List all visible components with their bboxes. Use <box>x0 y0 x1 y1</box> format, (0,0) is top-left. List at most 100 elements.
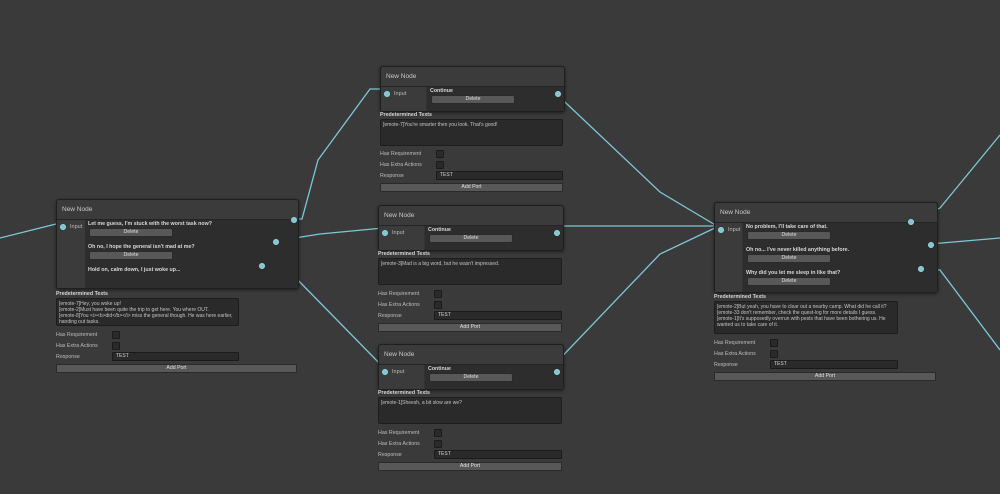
input-container: Input <box>379 365 424 389</box>
edge-n5c2-out <box>929 237 1000 245</box>
has-extra-actions-checkbox[interactable] <box>434 439 442 448</box>
response-field[interactable]: TEST <box>436 171 563 180</box>
node-title[interactable]: New Node <box>379 206 563 226</box>
has-requirement-checkbox[interactable] <box>112 330 120 339</box>
node-1-details: Predetermined Texts [emote-7]Hey, you wo… <box>56 291 297 373</box>
response-field[interactable]: TEST <box>770 360 898 369</box>
has-requirement-checkbox[interactable] <box>434 289 442 298</box>
node-title[interactable]: New Node <box>381 67 564 87</box>
output-port-icon[interactable] <box>259 263 265 269</box>
edge-n2-n5 <box>539 85 718 227</box>
output-port-icon[interactable] <box>928 242 934 248</box>
has-extra-actions-label: Has Extra Actions <box>56 342 98 349</box>
output-port-icon[interactable] <box>918 266 924 272</box>
add-port-button[interactable]: Add Port <box>378 462 562 471</box>
choice-label[interactable]: Continue <box>428 227 557 233</box>
delete-button[interactable]: Delete <box>89 228 173 237</box>
input-label: Input <box>392 230 405 236</box>
add-port-button[interactable]: Add Port <box>380 183 563 192</box>
delete-button[interactable]: Delete <box>429 234 513 243</box>
delete-button[interactable]: Delete <box>747 277 831 286</box>
has-extra-actions-checkbox[interactable] <box>434 300 442 309</box>
output-port-icon[interactable] <box>554 230 560 236</box>
choice-label[interactable]: Oh no, I hope the general isn't mad at m… <box>88 244 292 250</box>
choice-label[interactable]: Continue <box>430 88 558 94</box>
has-requirement-checkbox[interactable] <box>770 338 778 347</box>
input-port-icon[interactable] <box>382 369 388 375</box>
has-extra-actions-checkbox[interactable] <box>770 349 778 358</box>
dialogue-node-1[interactable]: New Node Input Let me guess, I'm stuck w… <box>56 199 299 289</box>
input-label: Input <box>728 227 741 233</box>
predetermined-text-field[interactable]: [emote-1]Sheesh, a bit slow are we? <box>378 397 562 424</box>
has-extra-actions-checkbox[interactable] <box>112 341 120 350</box>
delete-button[interactable]: Delete <box>747 254 831 263</box>
output-port-icon[interactable] <box>273 239 279 245</box>
choice-row: Oh no, I hope the general isn't mad at m… <box>88 244 292 262</box>
has-extra-actions-label: Has Extra Actions <box>714 350 756 357</box>
predetermined-texts-title: Predetermined Texts <box>56 291 109 297</box>
add-port-button[interactable]: Add Port <box>56 364 297 373</box>
response-label: Response <box>714 361 738 368</box>
dialogue-node-5[interactable]: New Node Input No problem, I'll take car… <box>714 202 938 293</box>
output-port-icon[interactable] <box>908 219 914 225</box>
input-port-icon[interactable] <box>60 224 66 230</box>
node-2-details: Predetermined Texts [emote-7]You're smar… <box>380 112 563 192</box>
add-port-button[interactable]: Add Port <box>378 323 562 332</box>
input-port-icon[interactable] <box>718 227 724 233</box>
input-container: Input <box>379 226 424 250</box>
output-port-icon[interactable] <box>291 217 297 223</box>
response-label: Response <box>378 451 402 458</box>
has-requirement-checkbox[interactable] <box>436 149 444 158</box>
output-container: Continue Delete <box>425 365 563 389</box>
has-extra-actions-checkbox[interactable] <box>436 160 444 169</box>
has-requirement-checkbox[interactable] <box>434 428 442 437</box>
predetermined-texts-title: Predetermined Texts <box>378 390 431 396</box>
node-title[interactable]: New Node <box>715 203 937 223</box>
choice-label[interactable]: Let me guess, I'm stuck with the worst t… <box>88 221 292 227</box>
response-field[interactable]: TEST <box>434 450 562 459</box>
has-extra-actions-label: Has Extra Actions <box>378 301 420 308</box>
predetermined-texts-title: Predetermined Texts <box>714 294 767 300</box>
choice-label[interactable]: No problem, I'll take care of that. <box>746 224 931 230</box>
input-label: Input <box>392 369 405 375</box>
choice-label[interactable]: Oh no... I've never killed anything befo… <box>746 247 931 253</box>
node-title[interactable]: New Node <box>57 200 298 220</box>
delete-button[interactable]: Delete <box>429 373 513 382</box>
node-3-details: Predetermined Texts [emote-3]Mad is a bi… <box>378 251 562 332</box>
predetermined-text-field[interactable]: [emote-2]But yeah, you have to clear out… <box>714 301 898 334</box>
response-label: Response <box>378 312 402 319</box>
delete-button[interactable]: Delete <box>747 231 831 240</box>
dialogue-node-2[interactable]: New Node Input Continue Delete <box>380 66 565 112</box>
choice-label[interactable]: Continue <box>428 366 557 372</box>
output-container: Continue Delete <box>427 87 564 111</box>
choice-row: Continue Delete <box>428 227 560 245</box>
input-port-icon[interactable] <box>382 230 388 236</box>
dialogue-node-4[interactable]: New Node Input Continue Delete <box>378 344 564 390</box>
input-container: Input <box>715 223 742 292</box>
has-extra-actions-label: Has Extra Actions <box>380 161 422 168</box>
delete-button[interactable]: Delete <box>431 95 515 104</box>
response-label: Response <box>380 172 404 179</box>
input-label: Input <box>70 224 83 230</box>
dialogue-node-3[interactable]: New Node Input Continue Delete <box>378 205 564 251</box>
response-field[interactable]: TEST <box>434 311 562 320</box>
output-container: Let me guess, I'm stuck with the worst t… <box>85 220 298 288</box>
delete-button[interactable]: Delete <box>89 251 173 260</box>
output-port-icon[interactable] <box>554 369 560 375</box>
predetermined-text-field[interactable]: [emote-7]Hey, you woke up! [emote-2]Must… <box>56 298 239 326</box>
output-port-icon[interactable] <box>555 91 561 97</box>
choice-row: Continue Delete <box>428 366 560 384</box>
choice-label[interactable]: Why did you let me sleep in like that? <box>746 270 931 276</box>
predetermined-text-field[interactable]: [emote-7]You're smarter then you look. T… <box>380 119 563 146</box>
predetermined-text-field[interactable]: [emote-3]Mad is a big word, but he wasn'… <box>378 258 562 285</box>
has-extra-actions-label: Has Extra Actions <box>378 440 420 447</box>
edge-n4-n5 <box>539 226 718 367</box>
response-label: Response <box>56 353 80 360</box>
choice-row: Let me guess, I'm stuck with the worst t… <box>88 221 292 239</box>
choice-row: Oh no... I've never killed anything befo… <box>746 247 931 265</box>
response-field[interactable]: TEST <box>112 352 239 361</box>
add-port-button[interactable]: Add Port <box>714 372 936 381</box>
input-port-icon[interactable] <box>384 91 390 97</box>
predetermined-texts-title: Predetermined Texts <box>378 251 431 257</box>
node-title[interactable]: New Node <box>379 345 563 365</box>
